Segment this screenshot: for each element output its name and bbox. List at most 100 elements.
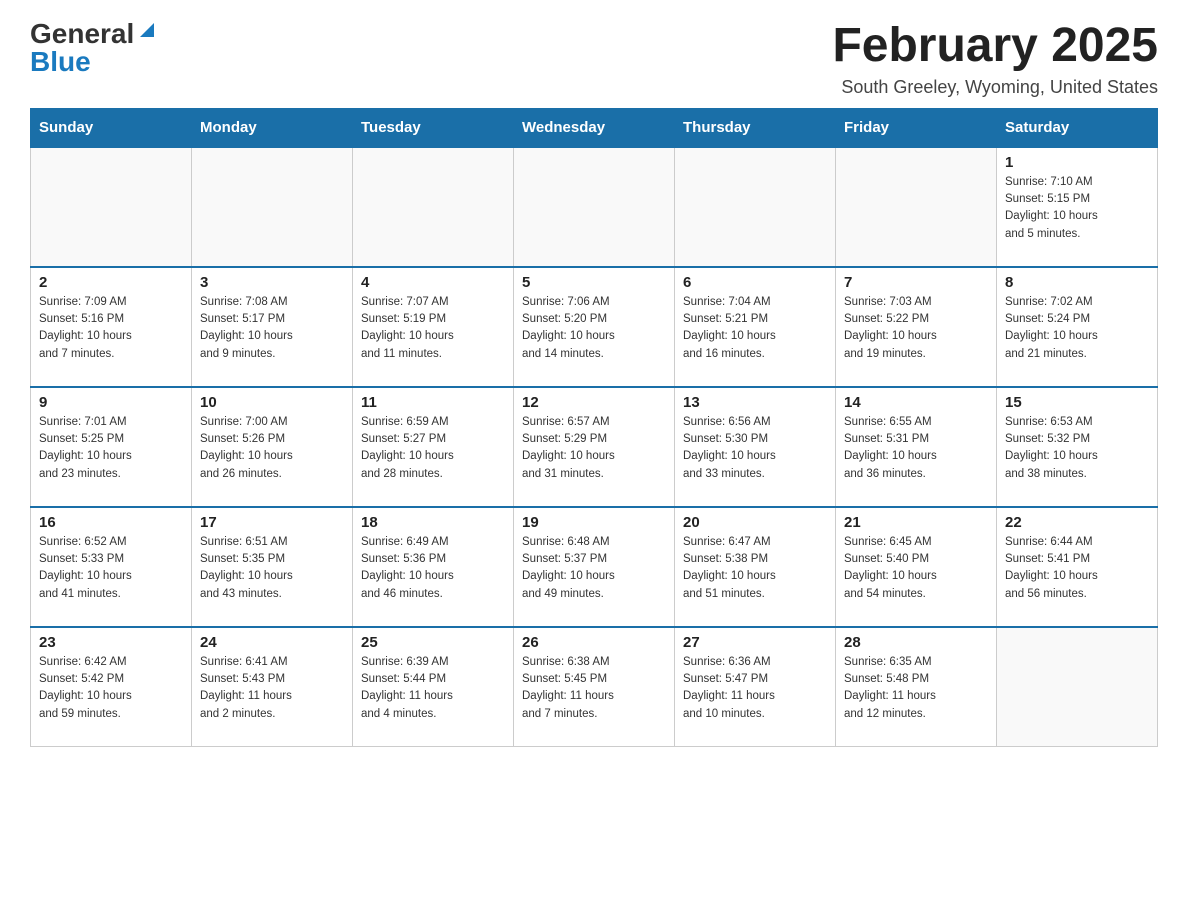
calendar-cell: 9 Sunrise: 7:01 AM Sunset: 5:25 PM Daylig…: [31, 387, 192, 507]
day-info: Sunrise: 6:52 AM Sunset: 5:33 PM Dayligh…: [39, 534, 183, 603]
logo: General Blue: [30, 20, 158, 76]
calendar-cell: 19 Sunrise: 6:48 AM Sunset: 5:37 PM Dayli…: [514, 507, 675, 627]
day-info: Sunrise: 6:55 AM Sunset: 5:31 PM Dayligh…: [844, 414, 988, 483]
calendar-cell: 14 Sunrise: 6:55 AM Sunset: 5:31 PM Dayli…: [836, 387, 997, 507]
day-number: 9: [39, 394, 183, 411]
calendar-cell: [836, 147, 997, 267]
day-number: 16: [39, 514, 183, 531]
location-title: South Greeley, Wyoming, United States: [832, 77, 1158, 98]
weekday-header-row: SundayMondayTuesdayWednesdayThursdayFrid…: [31, 108, 1158, 147]
day-number: 10: [200, 394, 344, 411]
calendar-cell: [675, 147, 836, 267]
day-info: Sunrise: 6:47 AM Sunset: 5:38 PM Dayligh…: [683, 534, 827, 603]
weekday-header-sunday: Sunday: [31, 108, 192, 147]
day-info: Sunrise: 6:48 AM Sunset: 5:37 PM Dayligh…: [522, 534, 666, 603]
day-number: 22: [1005, 514, 1149, 531]
calendar-cell: 11Sunrise: 6:59 AM Sunset: 5:27 PM Dayli…: [353, 387, 514, 507]
day-number: 18: [361, 514, 505, 531]
logo-triangle-icon: [136, 19, 158, 41]
month-title: February 2025: [832, 20, 1158, 73]
day-number: 12: [522, 394, 666, 411]
calendar-cell: 22 Sunrise: 6:44 AM Sunset: 5:41 PM Dayli…: [997, 507, 1158, 627]
day-info: Sunrise: 7:10 AM Sunset: 5:15 PM Dayligh…: [1005, 174, 1149, 243]
day-info: Sunrise: 7:02 AM Sunset: 5:24 PM Dayligh…: [1005, 294, 1149, 363]
weekday-header-friday: Friday: [836, 108, 997, 147]
calendar-week-row: 9 Sunrise: 7:01 AM Sunset: 5:25 PM Daylig…: [31, 387, 1158, 507]
calendar-cell: 3 Sunrise: 7:08 AM Sunset: 5:17 PM Daylig…: [192, 267, 353, 387]
day-info: Sunrise: 6:36 AM Sunset: 5:47 PM Dayligh…: [683, 654, 827, 723]
weekday-header-wednesday: Wednesday: [514, 108, 675, 147]
calendar-cell: 2 Sunrise: 7:09 AM Sunset: 5:16 PM Daylig…: [31, 267, 192, 387]
calendar-cell: 27 Sunrise: 6:36 AM Sunset: 5:47 PM Dayli…: [675, 627, 836, 747]
day-number: 28: [844, 634, 988, 651]
day-info: Sunrise: 7:08 AM Sunset: 5:17 PM Dayligh…: [200, 294, 344, 363]
day-number: 3: [200, 274, 344, 291]
day-number: 11: [361, 394, 505, 411]
calendar-cell: 25Sunrise: 6:39 AM Sunset: 5:44 PM Dayli…: [353, 627, 514, 747]
day-number: 23: [39, 634, 183, 651]
calendar-cell: 1 Sunrise: 7:10 AM Sunset: 5:15 PM Daylig…: [997, 147, 1158, 267]
day-info: Sunrise: 6:57 AM Sunset: 5:29 PM Dayligh…: [522, 414, 666, 483]
day-info: Sunrise: 6:42 AM Sunset: 5:42 PM Dayligh…: [39, 654, 183, 723]
calendar-cell: 15 Sunrise: 6:53 AM Sunset: 5:32 PM Dayli…: [997, 387, 1158, 507]
calendar-cell: 20 Sunrise: 6:47 AM Sunset: 5:38 PM Dayli…: [675, 507, 836, 627]
day-info: Sunrise: 6:53 AM Sunset: 5:32 PM Dayligh…: [1005, 414, 1149, 483]
day-number: 25: [361, 634, 505, 651]
day-number: 2: [39, 274, 183, 291]
calendar-table: SundayMondayTuesdayWednesdayThursdayFrid…: [30, 108, 1158, 748]
calendar-week-row: 23 Sunrise: 6:42 AM Sunset: 5:42 PM Dayli…: [31, 627, 1158, 747]
weekday-header-saturday: Saturday: [997, 108, 1158, 147]
day-info: Sunrise: 6:49 AM Sunset: 5:36 PM Dayligh…: [361, 534, 505, 603]
calendar-cell: 24Sunrise: 6:41 AM Sunset: 5:43 PM Dayli…: [192, 627, 353, 747]
day-info: Sunrise: 6:45 AM Sunset: 5:40 PM Dayligh…: [844, 534, 988, 603]
weekday-header-monday: Monday: [192, 108, 353, 147]
day-number: 6: [683, 274, 827, 291]
day-number: 21: [844, 514, 988, 531]
day-info: Sunrise: 7:09 AM Sunset: 5:16 PM Dayligh…: [39, 294, 183, 363]
title-section: February 2025 South Greeley, Wyoming, Un…: [832, 20, 1158, 98]
calendar-cell: 21 Sunrise: 6:45 AM Sunset: 5:40 PM Dayli…: [836, 507, 997, 627]
day-number: 4: [361, 274, 505, 291]
day-number: 7: [844, 274, 988, 291]
page-header: General Blue February 2025 South Greeley…: [30, 20, 1158, 98]
calendar-cell: [997, 627, 1158, 747]
day-number: 26: [522, 634, 666, 651]
calendar-cell: 12 Sunrise: 6:57 AM Sunset: 5:29 PM Dayli…: [514, 387, 675, 507]
day-number: 20: [683, 514, 827, 531]
calendar-week-row: 2 Sunrise: 7:09 AM Sunset: 5:16 PM Daylig…: [31, 267, 1158, 387]
calendar-cell: 18 Sunrise: 6:49 AM Sunset: 5:36 PM Dayli…: [353, 507, 514, 627]
calendar-cell: [192, 147, 353, 267]
day-info: Sunrise: 7:07 AM Sunset: 5:19 PM Dayligh…: [361, 294, 505, 363]
day-number: 15: [1005, 394, 1149, 411]
day-info: Sunrise: 7:04 AM Sunset: 5:21 PM Dayligh…: [683, 294, 827, 363]
day-number: 1: [1005, 154, 1149, 171]
calendar-cell: 8 Sunrise: 7:02 AM Sunset: 5:24 PM Daylig…: [997, 267, 1158, 387]
weekday-header-thursday: Thursday: [675, 108, 836, 147]
logo-blue: Blue: [30, 48, 91, 76]
calendar-cell: 28 Sunrise: 6:35 AM Sunset: 5:48 PM Dayli…: [836, 627, 997, 747]
day-info: Sunrise: 7:01 AM Sunset: 5:25 PM Dayligh…: [39, 414, 183, 483]
calendar-cell: 16 Sunrise: 6:52 AM Sunset: 5:33 PM Dayli…: [31, 507, 192, 627]
day-info: Sunrise: 6:35 AM Sunset: 5:48 PM Dayligh…: [844, 654, 988, 723]
day-number: 14: [844, 394, 988, 411]
calendar-cell: [353, 147, 514, 267]
day-number: 8: [1005, 274, 1149, 291]
logo-general: General: [30, 20, 134, 48]
weekday-header-tuesday: Tuesday: [353, 108, 514, 147]
calendar-cell: 13Sunrise: 6:56 AM Sunset: 5:30 PM Dayli…: [675, 387, 836, 507]
calendar-week-row: 1 Sunrise: 7:10 AM Sunset: 5:15 PM Daylig…: [31, 147, 1158, 267]
day-number: 27: [683, 634, 827, 651]
day-info: Sunrise: 6:51 AM Sunset: 5:35 PM Dayligh…: [200, 534, 344, 603]
calendar-cell: 6 Sunrise: 7:04 AM Sunset: 5:21 PM Daylig…: [675, 267, 836, 387]
calendar-cell: 23 Sunrise: 6:42 AM Sunset: 5:42 PM Dayli…: [31, 627, 192, 747]
calendar-cell: [514, 147, 675, 267]
day-info: Sunrise: 6:44 AM Sunset: 5:41 PM Dayligh…: [1005, 534, 1149, 603]
day-info: Sunrise: 6:38 AM Sunset: 5:45 PM Dayligh…: [522, 654, 666, 723]
calendar-cell: 7Sunrise: 7:03 AM Sunset: 5:22 PM Daylig…: [836, 267, 997, 387]
day-number: 19: [522, 514, 666, 531]
day-info: Sunrise: 7:00 AM Sunset: 5:26 PM Dayligh…: [200, 414, 344, 483]
calendar-cell: 17Sunrise: 6:51 AM Sunset: 5:35 PM Dayli…: [192, 507, 353, 627]
day-info: Sunrise: 6:56 AM Sunset: 5:30 PM Dayligh…: [683, 414, 827, 483]
calendar-week-row: 16 Sunrise: 6:52 AM Sunset: 5:33 PM Dayli…: [31, 507, 1158, 627]
calendar-cell: 10 Sunrise: 7:00 AM Sunset: 5:26 PM Dayli…: [192, 387, 353, 507]
